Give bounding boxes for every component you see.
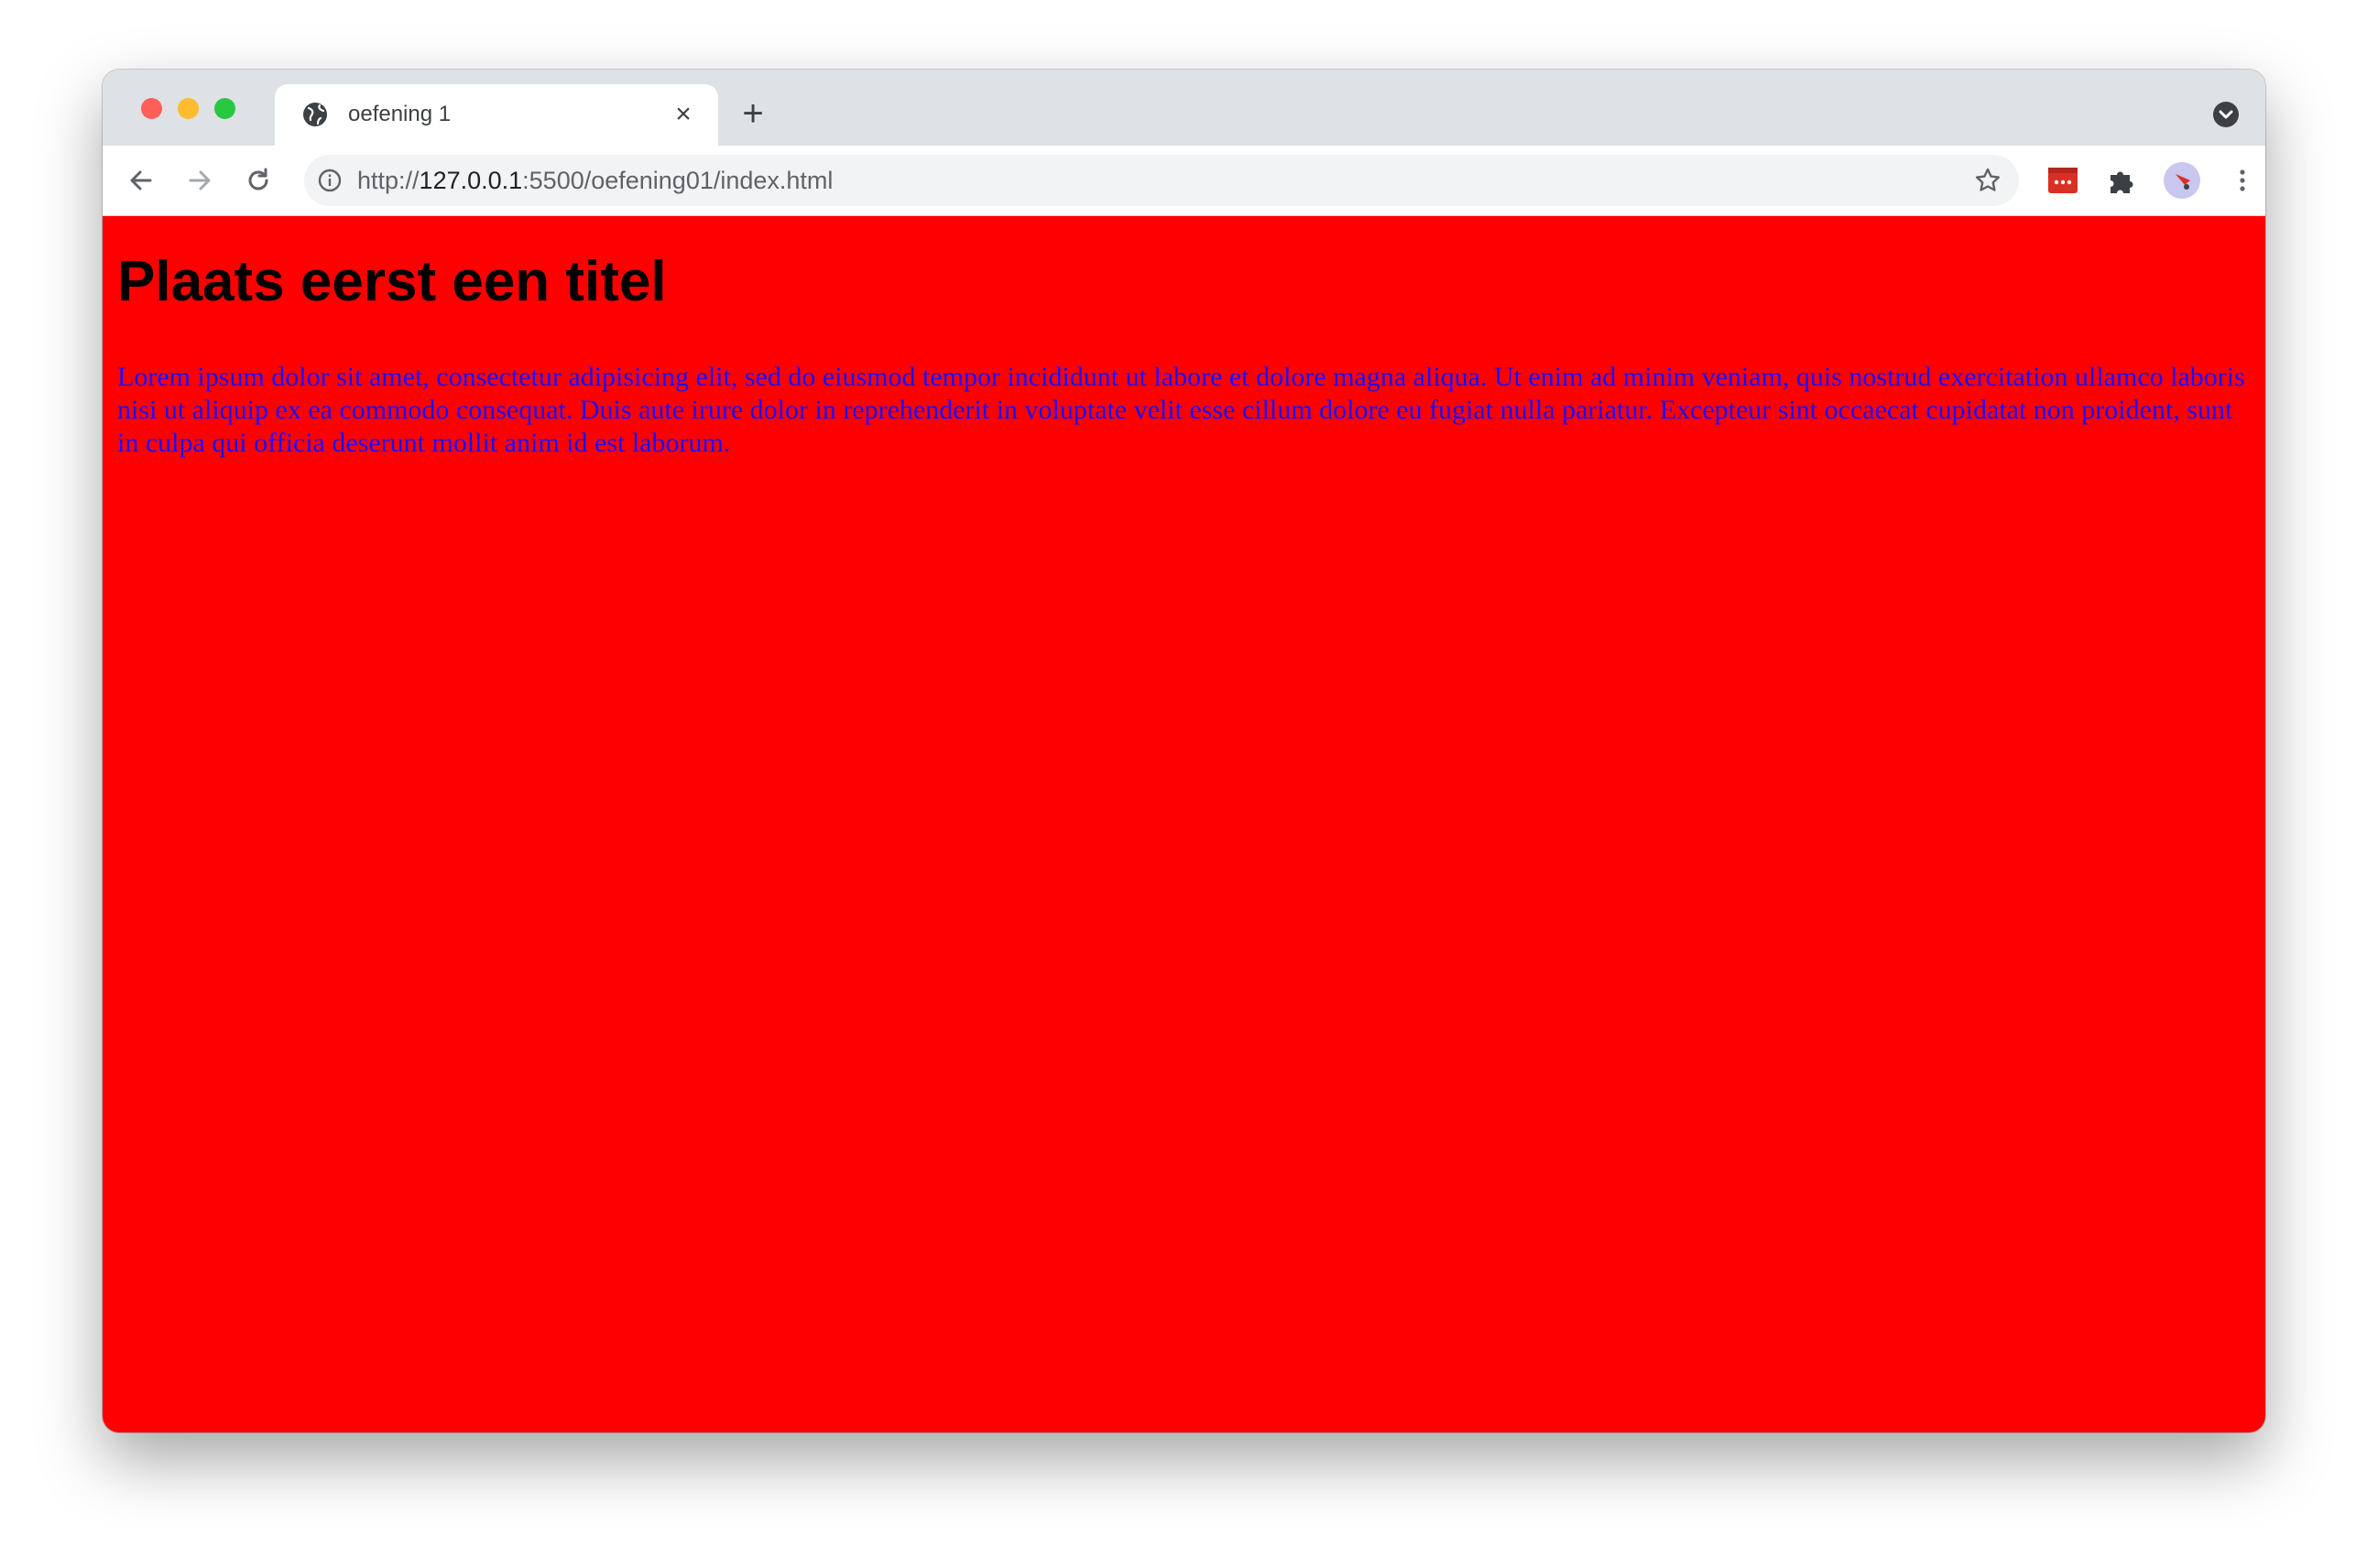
url-host: 127.0.0.1	[419, 167, 523, 194]
back-arrow-icon[interactable]	[125, 164, 158, 197]
url-path: :5500/oefening01/index.html	[522, 167, 834, 194]
profile-icon	[2176, 174, 2190, 190]
url-text[interactable]: http://127.0.0.1:5500/oefening01/index.h…	[357, 167, 833, 195]
kebab-menu-icon[interactable]	[2226, 164, 2259, 197]
globe-icon	[303, 103, 327, 126]
tab-search-icon[interactable]	[2212, 101, 2240, 128]
red-extension-icon[interactable]	[2046, 164, 2079, 197]
tab-oefening-1[interactable]: oefening 1 ×	[275, 84, 718, 146]
info-icon[interactable]	[317, 168, 343, 193]
page-paragraph: Lorem ipsum dolor sit amet, consectetur …	[117, 362, 2245, 458]
minimize-window-button[interactable]	[178, 98, 199, 119]
reload-icon[interactable]	[242, 164, 275, 197]
avatar[interactable]	[2164, 162, 2200, 199]
page-viewport: Plaats eerst een titel Lorem ipsum dolor…	[103, 216, 2265, 1432]
forward-arrow-icon[interactable]	[183, 164, 216, 197]
browser-window: oefening 1 × + http://127.0.0.1:5500/oef…	[103, 70, 2265, 1432]
tab-title: oefening 1	[348, 102, 452, 126]
new-tab-button[interactable]: +	[735, 95, 771, 132]
browser-toolbar: http://127.0.0.1:5500/oefening01/index.h…	[103, 146, 2265, 216]
page-title: Plaats eerst een titel	[117, 250, 667, 313]
maximize-window-button[interactable]	[214, 98, 235, 119]
puzzle-icon[interactable]	[2105, 164, 2138, 197]
address-bar[interactable]: http://127.0.0.1:5500/oefening01/index.h…	[304, 155, 2019, 206]
url-scheme: http://	[357, 167, 420, 194]
close-window-button[interactable]	[141, 98, 162, 119]
tab-strip: oefening 1 × +	[103, 70, 2265, 146]
star-icon[interactable]	[1973, 166, 2002, 195]
tab-close-icon[interactable]: ×	[669, 100, 698, 129]
